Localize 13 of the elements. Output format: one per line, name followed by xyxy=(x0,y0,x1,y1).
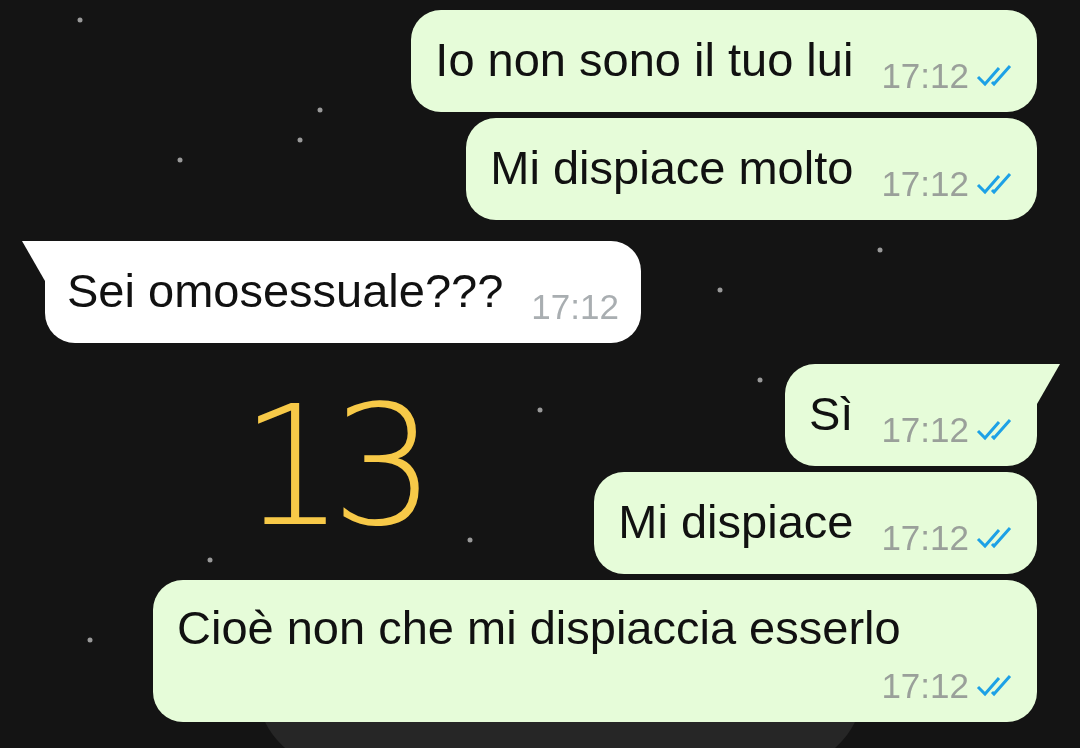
message-time: 17:12 xyxy=(881,56,969,96)
message-text: Sì xyxy=(809,386,854,442)
message-time: 17:12 xyxy=(881,518,969,558)
message-text: Mi dispiace molto xyxy=(490,140,854,196)
message-text: Cioè non che mi dispiaccia esserlo xyxy=(177,600,901,656)
message-text: Mi dispiace xyxy=(618,494,854,550)
message-time: 17:12 xyxy=(531,287,619,327)
message-time: 17:12 xyxy=(881,410,969,450)
message-time: 17:12 xyxy=(881,164,969,204)
message-text: Io non sono il tuo lui xyxy=(435,32,854,88)
message-time: 17:12 xyxy=(881,666,969,706)
handwritten-number: 13 xyxy=(240,385,422,550)
message-text: Sei omosessuale??? xyxy=(67,263,504,319)
